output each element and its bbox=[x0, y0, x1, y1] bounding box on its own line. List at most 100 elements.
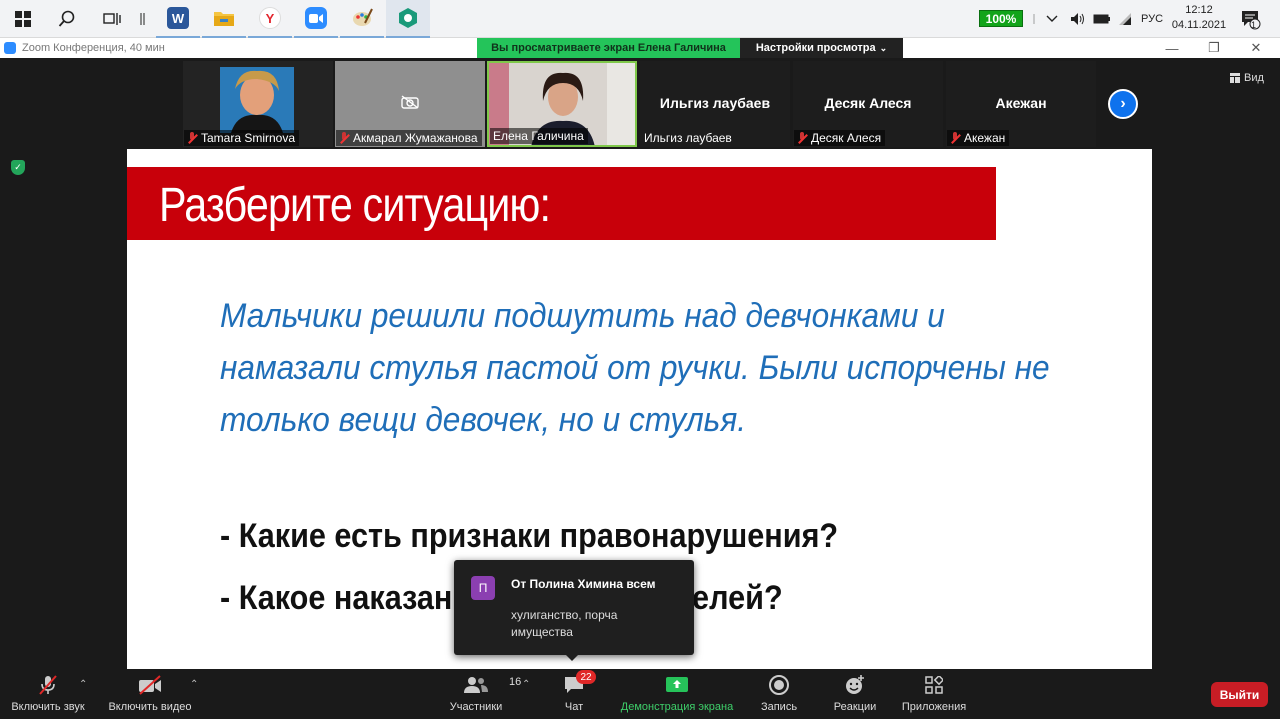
chat-icon: 22 bbox=[563, 669, 596, 701]
participant-name: Акежан bbox=[964, 131, 1006, 145]
minimize-button[interactable]: — bbox=[1152, 38, 1192, 58]
share-screen-button[interactable]: Демонстрация экрана bbox=[617, 669, 737, 719]
mic-muted-icon bbox=[950, 132, 960, 144]
mic-muted-icon bbox=[187, 132, 197, 144]
tray-pin-icon bbox=[1030, 0, 1038, 38]
chat-label: Чат bbox=[564, 701, 584, 713]
security-shield-icon[interactable]: ✓ bbox=[11, 160, 25, 175]
battery-indicator[interactable]: 100% bbox=[979, 10, 1023, 27]
chevron-right-icon: › bbox=[1120, 95, 1126, 112]
taskbar-zoom-app[interactable] bbox=[294, 0, 338, 38]
participant-display-name: Акежан bbox=[995, 95, 1047, 111]
chat-button[interactable]: 22 Чат bbox=[555, 669, 596, 719]
participant-name: Десяк Алеся bbox=[811, 131, 882, 145]
battery-icon[interactable] bbox=[1093, 0, 1111, 38]
tray-overflow-chevron-icon[interactable] bbox=[1046, 0, 1058, 38]
apps-icon bbox=[925, 669, 943, 701]
restore-button[interactable]: ❐ bbox=[1194, 38, 1234, 58]
taskbar-yandex-app[interactable]: Y bbox=[248, 0, 292, 38]
start-video-label: Включить видео bbox=[108, 701, 192, 713]
mic-muted-icon bbox=[339, 132, 349, 144]
video-off-icon bbox=[137, 669, 163, 701]
participant-name: Акмарал Жумажанова bbox=[353, 131, 478, 145]
taskbar-green-app[interactable] bbox=[386, 0, 430, 38]
taskbar-divider-icon bbox=[128, 4, 158, 34]
chat-notification-popup[interactable]: П От Полина Химина всем хулиганство, пор… bbox=[454, 560, 694, 661]
chat-unread-badge: 22 bbox=[576, 670, 596, 684]
mic-muted-icon bbox=[797, 132, 807, 144]
chat-sender: От Полина Химина всем bbox=[511, 577, 656, 591]
reactions-button[interactable]: Реакции bbox=[830, 669, 880, 719]
audio-options-caret-icon[interactable]: ⌃ bbox=[79, 679, 87, 690]
share-screen-icon bbox=[665, 669, 689, 701]
share-screen-label: Демонстрация экрана bbox=[620, 701, 734, 713]
video-off-icon bbox=[401, 95, 419, 114]
record-icon bbox=[768, 669, 790, 701]
participant-tile-tamara[interactable]: Tamara Smirnova bbox=[183, 61, 333, 147]
participants-count: 16 bbox=[509, 676, 522, 688]
taskbar-paint-app[interactable] bbox=[340, 0, 384, 38]
chat-sender-avatar: П bbox=[471, 576, 495, 600]
participant-label: Акежан bbox=[947, 130, 1010, 146]
participant-label: Tamara Smirnova bbox=[184, 130, 300, 146]
record-button[interactable]: Запись bbox=[757, 669, 801, 719]
system-clock[interactable]: 12:12 04.11.2021 bbox=[1166, 3, 1232, 33]
screen-share-banner: Вы просматриваете экран Елена Галичина bbox=[477, 38, 740, 58]
folder-icon bbox=[214, 12, 234, 26]
notification-center-icon[interactable] bbox=[1240, 0, 1262, 38]
view-layout-label: Вид bbox=[1244, 72, 1264, 84]
slide-title-bar: Разберите ситуацию: bbox=[127, 167, 996, 240]
zoom-icon bbox=[305, 7, 327, 29]
participant-name: Ильгиз лаубаев bbox=[644, 131, 732, 145]
zoom-logo-icon bbox=[4, 42, 16, 54]
slide-question-1: - Какие есть признаки правонарушения? bbox=[220, 517, 839, 555]
yandex-browser-icon: Y bbox=[259, 7, 281, 29]
word-icon: W bbox=[167, 7, 189, 29]
participants-options-caret-icon[interactable]: ⌃ bbox=[522, 679, 530, 690]
unmute-button[interactable]: Включить звук bbox=[8, 669, 88, 719]
participant-name: Елена Галичина bbox=[493, 129, 584, 143]
close-button[interactable]: ✕ bbox=[1236, 38, 1276, 58]
language-indicator[interactable]: РУС bbox=[1141, 0, 1163, 38]
search-icon[interactable] bbox=[52, 4, 82, 34]
mic-muted-icon bbox=[38, 669, 58, 701]
participant-label: Ильгиз лаубаев bbox=[641, 130, 736, 146]
taskbar-word-app[interactable]: W bbox=[156, 0, 200, 38]
participant-tile-akezhan[interactable]: Акежан Акежан bbox=[946, 61, 1096, 147]
video-options-caret-icon[interactable]: ⌃ bbox=[190, 679, 198, 690]
notification-count: 1 bbox=[1251, 20, 1257, 30]
participant-label: Елена Галичина bbox=[490, 128, 588, 144]
participant-tile-elena-active-speaker[interactable]: Елена Галичина bbox=[487, 61, 637, 147]
participant-display-name: Десяк Алеся bbox=[824, 95, 912, 111]
participant-tile-ilgiz[interactable]: Ильгиз лаубаев Ильгиз лаубаев bbox=[640, 61, 790, 147]
taskbar-explorer-app[interactable] bbox=[202, 0, 246, 38]
participant-name: Tamara Smirnova bbox=[201, 131, 296, 145]
window-title: Zoom Конференция, 40 мин bbox=[22, 42, 165, 54]
participant-display-name: Ильгиз лаубаев bbox=[659, 95, 771, 111]
view-options-label: Настройки просмотра bbox=[755, 42, 876, 54]
next-participants-button[interactable]: › bbox=[1108, 89, 1138, 119]
windows-start-icon[interactable] bbox=[8, 4, 38, 34]
wifi-icon[interactable] bbox=[1117, 0, 1133, 38]
participants-button[interactable]: 16 Участники bbox=[445, 669, 522, 719]
chevron-down-icon: ⌄ bbox=[879, 42, 888, 53]
volume-icon[interactable] bbox=[1070, 0, 1086, 38]
participants-label: Участники bbox=[449, 701, 503, 713]
apps-label: Приложения bbox=[901, 701, 967, 713]
apps-button[interactable]: Приложения bbox=[897, 669, 971, 719]
view-layout-button[interactable]: Вид bbox=[1230, 69, 1264, 87]
participant-tile-desyak[interactable]: Десяк Алеся Десяк Алеся bbox=[793, 61, 943, 147]
leave-meeting-button[interactable]: Выйти bbox=[1211, 682, 1268, 707]
task-view-icon[interactable] bbox=[97, 4, 127, 34]
view-options-button[interactable]: Настройки просмотра ⌄ bbox=[740, 38, 903, 58]
unmute-label: Включить звук bbox=[11, 701, 85, 713]
participant-tile-akmaral[interactable]: Акмарал Жумажанова bbox=[335, 61, 485, 147]
start-video-button[interactable]: Включить видео bbox=[105, 669, 195, 719]
participant-label: Акмарал Жумажанова bbox=[336, 130, 482, 146]
participant-label: Десяк Алеся bbox=[794, 130, 886, 146]
slide-title: Разберите ситуацию: bbox=[159, 179, 551, 232]
paint-palette-icon bbox=[353, 8, 373, 26]
slide-body-text: Мальчики решили подшутить над девчонками… bbox=[220, 297, 1050, 439]
chat-message: хулиганство, порча имущества bbox=[511, 608, 618, 639]
clock-date: 04.11.2021 bbox=[1171, 19, 1227, 31]
